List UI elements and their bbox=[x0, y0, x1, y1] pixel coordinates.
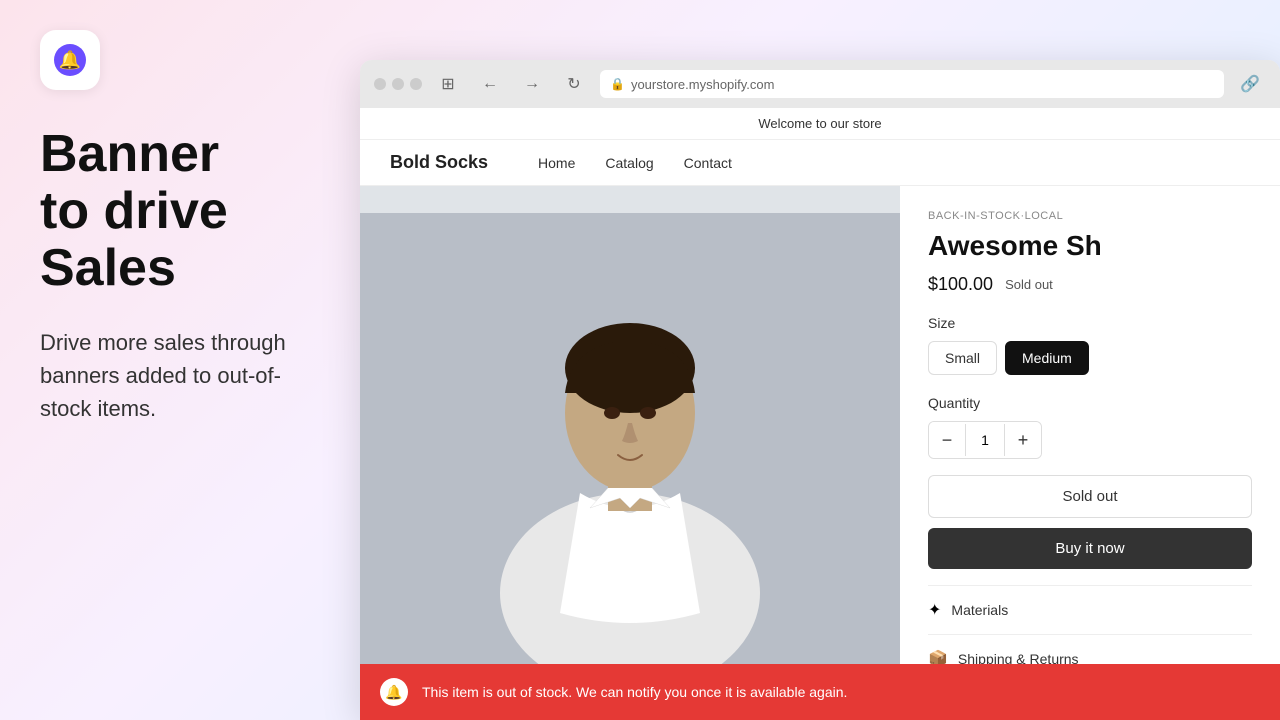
size-options: Small Medium bbox=[928, 341, 1252, 375]
share-button[interactable]: 🔗 bbox=[1234, 70, 1266, 98]
description: Drive more sales through banners added t… bbox=[40, 326, 320, 425]
product-image-container bbox=[360, 186, 900, 720]
materials-icon: ✦ bbox=[928, 600, 941, 620]
nav-contact[interactable]: Contact bbox=[684, 155, 732, 171]
back-button[interactable]: ← bbox=[474, 70, 506, 98]
notification-message: This item is out of stock. We can notify… bbox=[422, 684, 847, 700]
browser-content: Welcome to our store Bold Socks Home Cat… bbox=[360, 108, 1280, 720]
announcement-bar: Welcome to our store bbox=[360, 108, 1280, 140]
buy-now-button[interactable]: Buy it now bbox=[928, 528, 1252, 569]
product-image bbox=[360, 186, 900, 720]
left-panel: 🔔 Bannerto driveSales Drive more sales t… bbox=[0, 0, 360, 720]
traffic-lights bbox=[374, 78, 422, 90]
traffic-light-close[interactable] bbox=[374, 78, 386, 90]
sold-out-button[interactable]: Sold out bbox=[928, 475, 1252, 518]
notification-banner: 🔔 This item is out of stock. We can noti… bbox=[360, 664, 1280, 720]
lock-icon: 🔒 bbox=[610, 77, 625, 91]
nav-home[interactable]: Home bbox=[538, 155, 575, 171]
nav-catalog[interactable]: Catalog bbox=[605, 155, 653, 171]
size-label: Size bbox=[928, 315, 1252, 331]
product-badge: BACK-IN-STOCK·LOCAL bbox=[928, 210, 1252, 222]
quantity-decrease-button[interactable]: − bbox=[929, 422, 965, 458]
traffic-light-maximize[interactable] bbox=[410, 78, 422, 90]
address-bar[interactable]: 🔒 yourstore.myshopify.com bbox=[600, 70, 1224, 98]
materials-label: Materials bbox=[951, 602, 1252, 618]
address-text: yourstore.myshopify.com bbox=[631, 77, 775, 92]
product-area: BACK-IN-STOCK·LOCAL Awesome Sh $100.00 S… bbox=[360, 186, 1280, 720]
product-details: BACK-IN-STOCK·LOCAL Awesome Sh $100.00 S… bbox=[900, 186, 1280, 720]
browser-window: ⊞ ← → ↻ 🔒 yourstore.myshopify.com 🔗 Welc… bbox=[360, 60, 1280, 720]
quantity-value: 1 bbox=[965, 424, 1005, 456]
traffic-light-minimize[interactable] bbox=[392, 78, 404, 90]
forward-button[interactable]: → bbox=[516, 70, 548, 98]
store-logo: Bold Socks bbox=[390, 152, 488, 173]
quantity-label: Quantity bbox=[928, 395, 1252, 411]
price-row: $100.00 Sold out bbox=[928, 274, 1252, 295]
notification-bell-icon: 🔔 bbox=[380, 678, 408, 706]
product-price: $100.00 bbox=[928, 274, 993, 295]
size-small[interactable]: Small bbox=[928, 341, 997, 375]
quantity-increase-button[interactable]: + bbox=[1005, 422, 1041, 458]
refresh-button[interactable]: ↻ bbox=[558, 70, 590, 98]
sidebar-toggle-button[interactable]: ⊞ bbox=[432, 70, 464, 98]
browser-toolbar: ⊞ ← → ↻ 🔒 yourstore.myshopify.com 🔗 bbox=[360, 60, 1280, 108]
quantity-row: − 1 + bbox=[928, 421, 1042, 459]
app-icon: 🔔 bbox=[40, 30, 100, 90]
sold-out-badge: Sold out bbox=[1005, 277, 1053, 292]
bell-icon: 🔔 bbox=[54, 44, 86, 76]
announcement-text: Welcome to our store bbox=[758, 116, 881, 131]
store-nav: Bold Socks Home Catalog Contact bbox=[360, 140, 1280, 186]
materials-accordion[interactable]: ✦ Materials bbox=[928, 585, 1252, 634]
headline: Bannerto driveSales bbox=[40, 126, 320, 298]
product-title: Awesome Sh bbox=[928, 230, 1252, 262]
size-medium[interactable]: Medium bbox=[1005, 341, 1089, 375]
